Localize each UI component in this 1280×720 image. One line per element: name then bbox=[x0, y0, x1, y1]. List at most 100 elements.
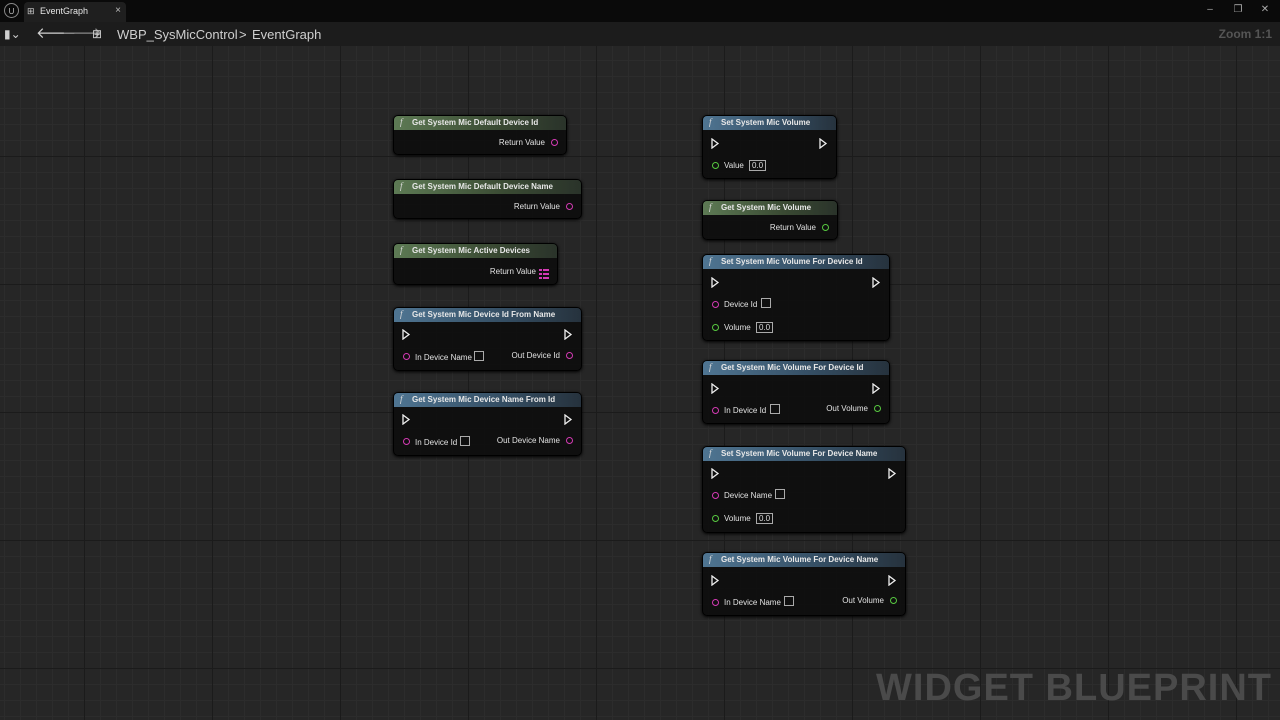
function-icon: f bbox=[400, 394, 403, 404]
bookmark-menu-icon[interactable]: ▮⌄ bbox=[4, 26, 21, 42]
breadcrumb-separator: > bbox=[239, 27, 247, 42]
widget-blueprint-watermark: WIDGET BLUEPRINT bbox=[876, 667, 1272, 709]
output-pin[interactable] bbox=[890, 597, 897, 604]
output-pin[interactable] bbox=[566, 437, 573, 444]
minimize-button[interactable]: – bbox=[1198, 2, 1222, 18]
input-pin[interactable] bbox=[712, 599, 719, 606]
output-pin[interactable] bbox=[566, 352, 573, 359]
node-title: Get System Mic Device Name From Id bbox=[412, 395, 556, 404]
function-icon: f bbox=[709, 554, 712, 564]
input-pin-label: In Device Id bbox=[415, 438, 458, 447]
tab-eventgraph[interactable]: ⊞ EventGraph × bbox=[24, 2, 126, 22]
node-title: Get System Mic Volume For Device Name bbox=[721, 555, 879, 564]
node-set-volume-for-device-id[interactable]: f Set System Mic Volume For Device Id Dev… bbox=[702, 254, 890, 341]
graph-canvas[interactable]: f Get System Mic Default Device Id Return… bbox=[0, 46, 1280, 720]
node-header: f Set System Mic Volume For Device Id bbox=[703, 255, 889, 269]
output-pin-label: Return Value bbox=[489, 267, 536, 276]
input-value-box[interactable] bbox=[775, 489, 785, 499]
input-pin[interactable] bbox=[712, 301, 719, 308]
input-pin-label: Volume bbox=[724, 323, 751, 332]
input-pin-label: Volume bbox=[724, 514, 751, 523]
breadcrumb-graph[interactable]: EventGraph bbox=[252, 27, 321, 42]
restore-button[interactable]: ❐ bbox=[1226, 2, 1250, 18]
input-pin[interactable] bbox=[712, 324, 719, 331]
output-pin-label: Return Value bbox=[498, 138, 545, 147]
output-pin-label: Return Value bbox=[769, 223, 816, 232]
input-value-box[interactable]: 0.0 bbox=[749, 160, 767, 171]
zoom-level: Zoom 1:1 bbox=[1218, 27, 1272, 41]
input-value-box[interactable] bbox=[761, 298, 771, 308]
title-bar: U ⊞ EventGraph × – ❐ ✕ bbox=[0, 0, 1280, 22]
input-value-box[interactable]: 0.0 bbox=[756, 513, 774, 524]
output-pin[interactable] bbox=[566, 203, 573, 210]
node-header: f Get System Mic Default Device Id bbox=[394, 116, 566, 130]
array-pin-icon[interactable] bbox=[539, 266, 549, 279]
input-pin-label: Device Name bbox=[724, 491, 773, 500]
input-pin[interactable] bbox=[712, 162, 719, 169]
node-set-mic-volume[interactable]: f Set System Mic Volume Value 0.0 bbox=[702, 115, 837, 179]
tab-label: EventGraph bbox=[40, 6, 89, 16]
node-header: f Get System Mic Volume For Device Name bbox=[703, 553, 905, 567]
node-header: f Set System Mic Volume bbox=[703, 116, 836, 130]
node-header: f Get System Mic Device Name From Id bbox=[394, 393, 581, 407]
tab-close-icon[interactable]: × bbox=[115, 5, 121, 16]
function-icon: f bbox=[400, 117, 403, 127]
input-pin-label: In Device Id bbox=[724, 406, 767, 415]
output-pin-label: Out Volume bbox=[826, 404, 868, 413]
function-icon: f bbox=[709, 256, 712, 266]
node-header: f Set System Mic Volume For Device Name bbox=[703, 447, 905, 461]
node-get-mic-volume[interactable]: f Get System Mic Volume Return Value bbox=[702, 200, 838, 240]
input-pin[interactable] bbox=[712, 407, 719, 414]
output-pin[interactable] bbox=[874, 405, 881, 412]
input-pin[interactable] bbox=[712, 492, 719, 499]
graph-icon: ⊞ bbox=[27, 6, 35, 16]
node-set-volume-for-device-name[interactable]: f Set System Mic Volume For Device Name D… bbox=[702, 446, 906, 533]
node-title: Set System Mic Volume bbox=[721, 118, 811, 127]
node-header: f Get System Mic Default Device Name bbox=[394, 180, 581, 194]
node-title: Set System Mic Volume For Device Name bbox=[721, 449, 878, 458]
input-pin-label: Device Id bbox=[724, 300, 758, 309]
node-get-volume-for-device-id[interactable]: f Get System Mic Volume For Device Id In … bbox=[702, 360, 890, 424]
close-button[interactable]: ✕ bbox=[1253, 2, 1277, 18]
blueprint-hierarchy-icon: ⊞ bbox=[92, 27, 103, 41]
graph-toolbar: ▮⌄ 🡐 🡒 ⊞ WBP_SysMicControl > EventGraph … bbox=[0, 22, 1280, 46]
output-pin[interactable] bbox=[822, 224, 829, 231]
node-title: Get System Mic Volume For Device Id bbox=[721, 363, 864, 372]
input-value-box[interactable]: 0.0 bbox=[756, 322, 774, 333]
unreal-logo-icon[interactable]: U bbox=[4, 3, 19, 18]
input-pin-label: In Device Name bbox=[724, 598, 781, 607]
input-value-box[interactable] bbox=[460, 436, 470, 446]
input-pin[interactable] bbox=[403, 353, 410, 360]
function-icon: f bbox=[400, 245, 403, 255]
input-value-box[interactable] bbox=[474, 351, 484, 361]
input-pin[interactable] bbox=[712, 515, 719, 522]
node-title: Get System Mic Device Id From Name bbox=[412, 310, 556, 319]
node-get-volume-for-device-name[interactable]: f Get System Mic Volume For Device Name I… bbox=[702, 552, 906, 616]
input-value-box[interactable] bbox=[784, 596, 794, 606]
node-get-default-device-id[interactable]: f Get System Mic Default Device Id Return… bbox=[393, 115, 567, 155]
breadcrumb-blueprint[interactable]: WBP_SysMicControl bbox=[117, 27, 238, 42]
node-title: Get System Mic Default Device Name bbox=[412, 182, 553, 191]
output-pin-label: Out Device Name bbox=[496, 436, 560, 445]
node-get-device-name-from-id[interactable]: f Get System Mic Device Name From Id In D… bbox=[393, 392, 582, 456]
node-get-default-device-name[interactable]: f Get System Mic Default Device Name Retu… bbox=[393, 179, 582, 219]
input-value-box[interactable] bbox=[770, 404, 780, 414]
node-header: f Get System Mic Volume For Device Id bbox=[703, 361, 889, 375]
function-icon: f bbox=[709, 448, 712, 458]
output-pin[interactable] bbox=[551, 139, 558, 146]
output-pin-label: Out Device Id bbox=[511, 351, 560, 360]
function-icon: f bbox=[709, 202, 712, 212]
function-icon: f bbox=[709, 362, 712, 372]
node-title: Get System Mic Default Device Id bbox=[412, 118, 539, 127]
output-pin-label: Out Volume bbox=[842, 596, 884, 605]
function-icon: f bbox=[400, 309, 403, 319]
node-title: Get System Mic Active Devices bbox=[412, 246, 530, 255]
node-header: f Get System Mic Volume bbox=[703, 201, 837, 215]
node-get-active-devices[interactable]: f Get System Mic Active Devices Return Va… bbox=[393, 243, 558, 285]
output-pin-label: Return Value bbox=[513, 202, 560, 211]
input-pin-label: Value bbox=[724, 161, 744, 170]
node-get-device-id-from-name[interactable]: f Get System Mic Device Id From Name In D… bbox=[393, 307, 582, 371]
input-pin[interactable] bbox=[403, 438, 410, 445]
function-icon: f bbox=[400, 181, 403, 191]
input-pin-label: In Device Name bbox=[415, 353, 472, 362]
